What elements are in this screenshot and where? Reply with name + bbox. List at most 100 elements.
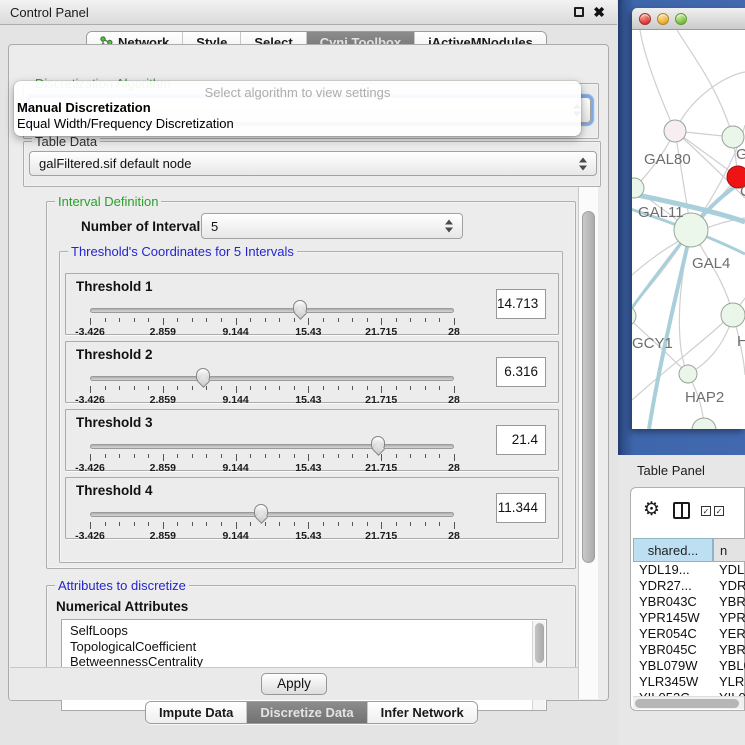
slider-tick <box>367 454 368 458</box>
algorithm-option-equal-width-frequency-discretization[interactable]: Equal Width/Frequency Discretization <box>14 116 581 132</box>
slider-thumb[interactable] <box>371 436 385 449</box>
slider-tick-label: 15.43 <box>283 530 333 542</box>
network-node[interactable] <box>679 365 697 383</box>
slider-tick <box>134 522 135 526</box>
slider-tick-label: 15.43 <box>283 462 333 474</box>
settings-scrollbar[interactable] <box>578 187 598 699</box>
split-columns-icon[interactable] <box>673 502 690 519</box>
cell-shared-name: YDR27... <box>633 578 713 594</box>
threshold-value-field[interactable]: 21.4 <box>496 425 546 455</box>
table-data-value: galFiltered.sif default node <box>39 156 191 171</box>
slider-tick <box>454 318 455 325</box>
slider-tick <box>338 522 339 526</box>
slider-tick-label: 2.859 <box>138 530 188 542</box>
slider-thumb[interactable] <box>293 300 307 313</box>
table-row[interactable]: YPR145WYPR1 <box>633 610 745 626</box>
network-node[interactable] <box>692 418 716 429</box>
slider-tick <box>105 522 106 526</box>
slider-tick-label: 2.859 <box>138 394 188 406</box>
slider-tick <box>265 522 266 526</box>
settings-scrollbar-thumb[interactable] <box>582 211 595 563</box>
cell-name: YPR1 <box>713 610 745 626</box>
checkbox-icon[interactable]: ✓ <box>701 506 711 516</box>
float-window-icon[interactable] <box>574 7 584 17</box>
slider-tick <box>148 454 149 458</box>
slider-tick <box>119 454 120 458</box>
slider-thumb[interactable] <box>196 368 210 381</box>
slider-tick-label: 21.715 <box>356 394 406 406</box>
threshold-value-field[interactable]: 11.344 <box>496 493 546 523</box>
table-hscrollbar-thumb[interactable] <box>635 699 739 708</box>
apply-button[interactable]: Apply <box>261 673 327 695</box>
network-node[interactable] <box>722 126 744 148</box>
table-row[interactable]: YBL079WYBL0 <box>633 658 745 674</box>
close-traffic-light[interactable] <box>639 13 651 25</box>
num-intervals-value: 5 <box>211 219 218 234</box>
algorithm-option-manual-discretization[interactable]: Manual Discretization <box>14 100 581 116</box>
threshold-value-field[interactable]: 6.316 <box>496 357 546 387</box>
num-intervals-combobox[interactable]: 5 <box>201 213 463 239</box>
slider-tick-label: -3.426 <box>65 462 115 474</box>
list-scrollbar-thumb[interactable] <box>535 623 544 663</box>
checkbox-icon[interactable]: ✓ <box>714 506 724 516</box>
slider-tick <box>163 318 164 325</box>
slider-track[interactable] <box>90 376 454 381</box>
network-node[interactable] <box>721 303 745 327</box>
slider-tick <box>425 454 426 458</box>
slider-tick <box>425 522 426 526</box>
slider-tick <box>381 318 382 325</box>
slider-tick <box>105 386 106 390</box>
table-row[interactable]: YLR345WYLR3 <box>633 674 745 690</box>
slider-tick <box>439 522 440 526</box>
thresholds-group-title: Threshold's Coordinates for 5 Intervals <box>68 244 297 259</box>
tab-discretize-data[interactable]: Discretize Data <box>247 702 367 723</box>
slider-tick-label: 9.144 <box>211 462 261 474</box>
network-node[interactable] <box>664 120 686 142</box>
table-row[interactable]: YBR043CYBR0 <box>633 594 745 610</box>
slider-tick <box>90 386 91 393</box>
threshold-panel-2: Threshold 2-3.4262.8599.14415.4321.71528… <box>65 341 559 403</box>
slider-tick <box>439 318 440 322</box>
network-edge[interactable] <box>677 30 733 137</box>
table-row[interactable]: YER054CYER0 <box>633 626 745 642</box>
slider-track[interactable] <box>90 308 454 313</box>
slider-thumb[interactable] <box>254 504 268 517</box>
zoom-traffic-light[interactable] <box>675 13 687 25</box>
slider-tick-label: 28 <box>429 394 479 406</box>
slider-tick <box>265 454 266 458</box>
network-canvas[interactable]: GAL80GCGAL11GAL4GCY1HHAP2 <box>632 30 745 429</box>
cell-name: YBL0 <box>713 658 745 674</box>
slider-tick <box>323 454 324 458</box>
slider-tick <box>236 318 237 325</box>
table-row[interactable]: YDR27...YDR2 <box>633 578 745 594</box>
combo-arrows-icon <box>445 220 454 233</box>
table-hscrollbar[interactable] <box>633 696 744 709</box>
threshold-label: Threshold 4 <box>76 483 153 498</box>
network-edge[interactable] <box>675 72 745 131</box>
attribute-list-item[interactable]: TopologicalCoefficient <box>62 639 546 655</box>
table-data-combobox[interactable]: galFiltered.sif default node <box>29 151 597 176</box>
slider-tick-label: -3.426 <box>65 530 115 542</box>
slider-tick <box>221 454 222 458</box>
table-row[interactable]: YDL19...YDL1 <box>633 562 745 578</box>
slider-tick <box>250 318 251 322</box>
network-window: GAL80GCGAL11GAL4GCY1HHAP2 <box>632 8 745 429</box>
cyni-toolbox-panel: Discretization Algorithm Select algorith… <box>8 44 609 701</box>
slider-tick-label: -3.426 <box>65 394 115 406</box>
slider-tick <box>206 318 207 322</box>
gear-icon[interactable]: ⚙ <box>643 500 660 520</box>
slider-track[interactable] <box>90 512 454 517</box>
slider-track[interactable] <box>90 444 454 449</box>
tab-infer-network[interactable]: Infer Network <box>368 702 477 723</box>
attribute-list-item[interactable]: SelfLoops <box>62 623 546 639</box>
threshold-value-field[interactable]: 14.713 <box>496 289 546 319</box>
tab-impute-data[interactable]: Impute Data <box>146 702 247 723</box>
network-edge[interactable] <box>640 30 675 131</box>
minimize-traffic-light[interactable] <box>657 13 669 25</box>
table-row[interactable]: YBR045CYBR0 <box>633 642 745 658</box>
column-header-name[interactable]: n <box>713 538 745 562</box>
node-label-gal11: GAL11 <box>638 204 684 221</box>
cell-name: YBR0 <box>713 594 745 610</box>
close-icon[interactable]: ✖ <box>593 4 605 20</box>
column-header-shared-name[interactable]: shared... <box>633 538 713 562</box>
